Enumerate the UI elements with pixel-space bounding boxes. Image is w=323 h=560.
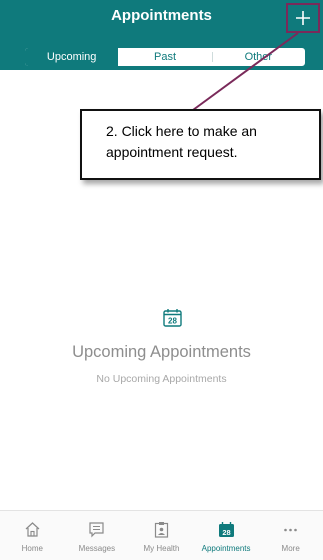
tab-messages[interactable]: Messages <box>65 511 130 560</box>
tab-label-home: Home <box>21 544 43 553</box>
appointment-filter-segmented: Upcoming Past Other <box>24 47 306 67</box>
tab-calendar-number: 28 <box>222 528 230 537</box>
segment-past[interactable]: Past <box>118 48 211 66</box>
tab-home[interactable]: Home <box>0 511 65 560</box>
tab-appointments[interactable]: 28 Appointments <box>194 511 259 560</box>
tab-label-more: More <box>281 544 300 553</box>
message-icon <box>89 522 104 538</box>
add-appointment-button[interactable] <box>286 3 320 33</box>
segment-upcoming[interactable]: Upcoming <box>25 48 119 66</box>
more-icon <box>284 528 297 532</box>
empty-state-title: Upcoming Appointments <box>72 343 251 361</box>
calendar-icon: 28 <box>163 309 182 327</box>
segment-other[interactable]: Other <box>211 48 305 66</box>
empty-state-subtitle: No Upcoming Appointments <box>96 373 227 385</box>
calendar-icon: 28 <box>218 522 234 537</box>
tab-label-appointments: Appointments <box>201 544 251 553</box>
tab-label-my-health: My Health <box>143 544 180 553</box>
bottom-tab-bar: Home Messages My Health 28 Appointments <box>0 510 323 560</box>
clipboard-icon <box>154 522 169 538</box>
home-icon <box>25 522 40 537</box>
instruction-callout: 2. Click here to make an appointment req… <box>80 109 321 180</box>
calendar-icon-number: 28 <box>168 317 177 326</box>
plus-icon <box>296 11 310 25</box>
tab-my-health[interactable]: My Health <box>129 511 194 560</box>
tab-label-messages: Messages <box>78 544 116 553</box>
app-header: Appointments Upcoming Past Other <box>0 0 323 70</box>
callout-text: 2. Click here to make an appointment req… <box>106 123 257 160</box>
callout-pointer-line <box>192 32 299 111</box>
page-title: Appointments <box>111 7 212 24</box>
tab-more[interactable]: More <box>258 511 323 560</box>
